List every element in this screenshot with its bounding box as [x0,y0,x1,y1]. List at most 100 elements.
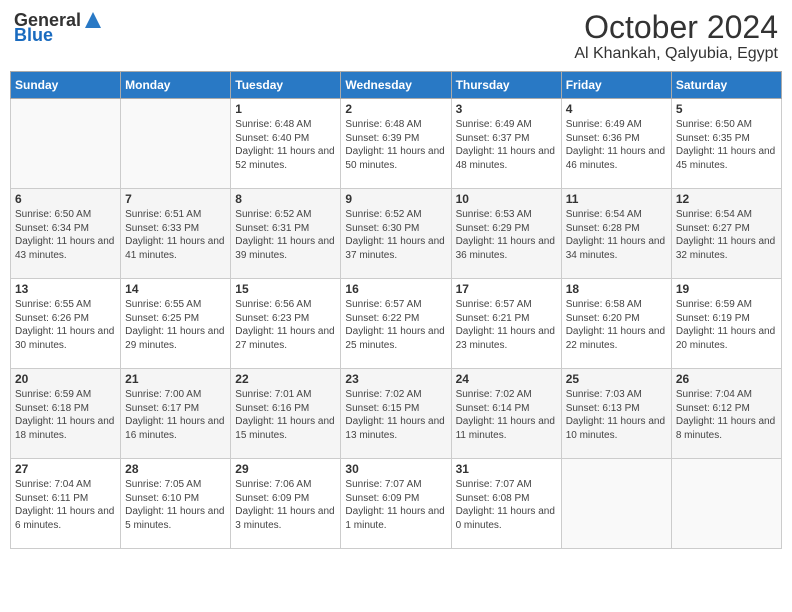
day-number: 17 [456,282,557,296]
calendar-cell: 24 Sunrise: 7:02 AM Sunset: 6:14 PM Dayl… [451,369,561,459]
cell-info: Sunrise: 6:54 AM Sunset: 6:28 PM Dayligh… [566,208,667,262]
header-thursday: Thursday [451,72,561,99]
calendar-table: SundayMondayTuesdayWednesdayThursdayFrid… [10,71,782,549]
cell-info: Sunrise: 6:55 AM Sunset: 6:26 PM Dayligh… [15,298,116,352]
day-number: 10 [456,192,557,206]
calendar-cell: 4 Sunrise: 6:49 AM Sunset: 6:36 PM Dayli… [561,99,671,189]
day-number: 30 [345,462,446,476]
day-number: 9 [345,192,446,206]
day-number: 29 [235,462,336,476]
calendar-cell: 26 Sunrise: 7:04 AM Sunset: 6:12 PM Dayl… [671,369,781,459]
cell-info: Sunrise: 7:07 AM Sunset: 6:09 PM Dayligh… [345,478,446,532]
cell-info: Sunrise: 7:01 AM Sunset: 6:16 PM Dayligh… [235,388,336,442]
day-number: 4 [566,102,667,116]
day-number: 13 [15,282,116,296]
calendar-cell: 13 Sunrise: 6:55 AM Sunset: 6:26 PM Dayl… [11,279,121,369]
day-number: 31 [456,462,557,476]
day-number: 22 [235,372,336,386]
day-number: 7 [125,192,226,206]
week-row-2: 6 Sunrise: 6:50 AM Sunset: 6:34 PM Dayli… [11,189,782,279]
calendar-cell: 15 Sunrise: 6:56 AM Sunset: 6:23 PM Dayl… [231,279,341,369]
cell-info: Sunrise: 7:03 AM Sunset: 6:13 PM Dayligh… [566,388,667,442]
day-number: 18 [566,282,667,296]
cell-info: Sunrise: 7:00 AM Sunset: 6:17 PM Dayligh… [125,388,226,442]
header-saturday: Saturday [671,72,781,99]
calendar-header-row: SundayMondayTuesdayWednesdayThursdayFrid… [11,72,782,99]
cell-info: Sunrise: 6:50 AM Sunset: 6:35 PM Dayligh… [676,118,777,172]
day-number: 24 [456,372,557,386]
cell-info: Sunrise: 7:04 AM Sunset: 6:11 PM Dayligh… [15,478,116,532]
cell-info: Sunrise: 7:04 AM Sunset: 6:12 PM Dayligh… [676,388,777,442]
calendar-cell: 18 Sunrise: 6:58 AM Sunset: 6:20 PM Dayl… [561,279,671,369]
day-number: 21 [125,372,226,386]
cell-info: Sunrise: 6:51 AM Sunset: 6:33 PM Dayligh… [125,208,226,262]
cell-info: Sunrise: 6:50 AM Sunset: 6:34 PM Dayligh… [15,208,116,262]
page-header: General Blue October 2024 Al Khankah, Qa… [10,10,782,63]
cell-info: Sunrise: 6:49 AM Sunset: 6:36 PM Dayligh… [566,118,667,172]
logo-blue: Blue [14,26,103,44]
calendar-cell: 7 Sunrise: 6:51 AM Sunset: 6:33 PM Dayli… [121,189,231,279]
calendar-cell: 11 Sunrise: 6:54 AM Sunset: 6:28 PM Dayl… [561,189,671,279]
calendar-cell: 16 Sunrise: 6:57 AM Sunset: 6:22 PM Dayl… [341,279,451,369]
calendar-cell: 5 Sunrise: 6:50 AM Sunset: 6:35 PM Dayli… [671,99,781,189]
calendar-cell: 21 Sunrise: 7:00 AM Sunset: 6:17 PM Dayl… [121,369,231,459]
calendar-cell: 6 Sunrise: 6:50 AM Sunset: 6:34 PM Dayli… [11,189,121,279]
logo: General Blue [14,10,103,44]
calendar-cell: 30 Sunrise: 7:07 AM Sunset: 6:09 PM Dayl… [341,459,451,549]
calendar-cell [671,459,781,549]
cell-info: Sunrise: 6:59 AM Sunset: 6:18 PM Dayligh… [15,388,116,442]
calendar-cell: 28 Sunrise: 7:05 AM Sunset: 6:10 PM Dayl… [121,459,231,549]
calendar-cell: 20 Sunrise: 6:59 AM Sunset: 6:18 PM Dayl… [11,369,121,459]
calendar-cell [121,99,231,189]
cell-info: Sunrise: 6:52 AM Sunset: 6:30 PM Dayligh… [345,208,446,262]
day-number: 15 [235,282,336,296]
calendar-cell: 8 Sunrise: 6:52 AM Sunset: 6:31 PM Dayli… [231,189,341,279]
week-row-1: 1 Sunrise: 6:48 AM Sunset: 6:40 PM Dayli… [11,99,782,189]
cell-info: Sunrise: 6:54 AM Sunset: 6:27 PM Dayligh… [676,208,777,262]
calendar-cell: 2 Sunrise: 6:48 AM Sunset: 6:39 PM Dayli… [341,99,451,189]
day-number: 23 [345,372,446,386]
calendar-cell: 1 Sunrise: 6:48 AM Sunset: 6:40 PM Dayli… [231,99,341,189]
header-sunday: Sunday [11,72,121,99]
cell-info: Sunrise: 7:06 AM Sunset: 6:09 PM Dayligh… [235,478,336,532]
calendar-cell: 3 Sunrise: 6:49 AM Sunset: 6:37 PM Dayli… [451,99,561,189]
cell-info: Sunrise: 6:57 AM Sunset: 6:22 PM Dayligh… [345,298,446,352]
cell-info: Sunrise: 6:48 AM Sunset: 6:40 PM Dayligh… [235,118,336,172]
location-title: Al Khankah, Qalyubia, Egypt [574,45,778,63]
cell-info: Sunrise: 6:57 AM Sunset: 6:21 PM Dayligh… [456,298,557,352]
calendar-cell: 31 Sunrise: 7:07 AM Sunset: 6:08 PM Dayl… [451,459,561,549]
calendar-cell: 17 Sunrise: 6:57 AM Sunset: 6:21 PM Dayl… [451,279,561,369]
calendar-cell: 14 Sunrise: 6:55 AM Sunset: 6:25 PM Dayl… [121,279,231,369]
header-wednesday: Wednesday [341,72,451,99]
day-number: 8 [235,192,336,206]
header-tuesday: Tuesday [231,72,341,99]
header-friday: Friday [561,72,671,99]
calendar-cell [561,459,671,549]
calendar-cell: 25 Sunrise: 7:03 AM Sunset: 6:13 PM Dayl… [561,369,671,459]
cell-info: Sunrise: 7:07 AM Sunset: 6:08 PM Dayligh… [456,478,557,532]
calendar-cell: 29 Sunrise: 7:06 AM Sunset: 6:09 PM Dayl… [231,459,341,549]
calendar-cell: 27 Sunrise: 7:04 AM Sunset: 6:11 PM Dayl… [11,459,121,549]
day-number: 14 [125,282,226,296]
cell-info: Sunrise: 6:55 AM Sunset: 6:25 PM Dayligh… [125,298,226,352]
week-row-4: 20 Sunrise: 6:59 AM Sunset: 6:18 PM Dayl… [11,369,782,459]
calendar-cell: 10 Sunrise: 6:53 AM Sunset: 6:29 PM Dayl… [451,189,561,279]
cell-info: Sunrise: 6:52 AM Sunset: 6:31 PM Dayligh… [235,208,336,262]
cell-info: Sunrise: 6:49 AM Sunset: 6:37 PM Dayligh… [456,118,557,172]
day-number: 25 [566,372,667,386]
day-number: 16 [345,282,446,296]
cell-info: Sunrise: 6:58 AM Sunset: 6:20 PM Dayligh… [566,298,667,352]
day-number: 11 [566,192,667,206]
day-number: 1 [235,102,336,116]
cell-info: Sunrise: 7:02 AM Sunset: 6:15 PM Dayligh… [345,388,446,442]
calendar-cell [11,99,121,189]
day-number: 2 [345,102,446,116]
calendar-cell: 19 Sunrise: 6:59 AM Sunset: 6:19 PM Dayl… [671,279,781,369]
calendar-cell: 9 Sunrise: 6:52 AM Sunset: 6:30 PM Dayli… [341,189,451,279]
month-title: October 2024 [574,10,778,45]
day-number: 3 [456,102,557,116]
cell-info: Sunrise: 6:53 AM Sunset: 6:29 PM Dayligh… [456,208,557,262]
calendar-cell: 23 Sunrise: 7:02 AM Sunset: 6:15 PM Dayl… [341,369,451,459]
logo-block: General Blue [14,10,103,44]
week-row-3: 13 Sunrise: 6:55 AM Sunset: 6:26 PM Dayl… [11,279,782,369]
